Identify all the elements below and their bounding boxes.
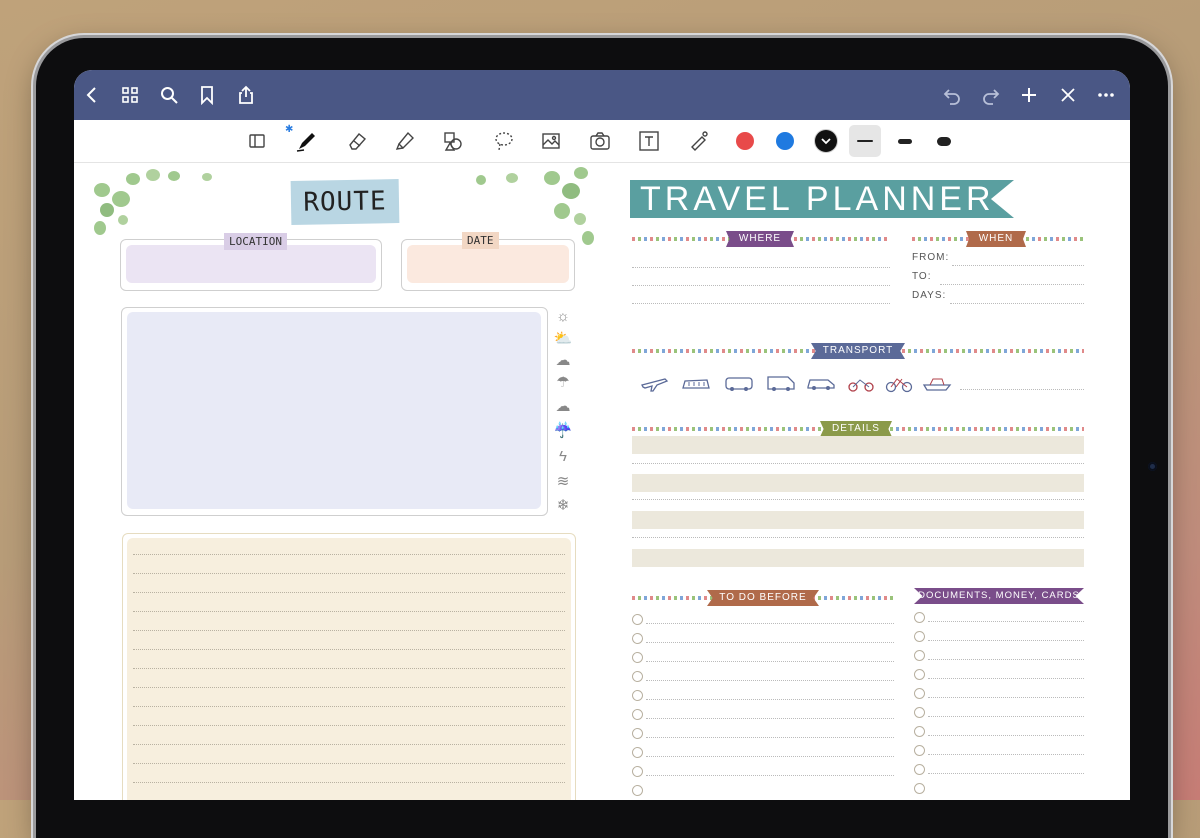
checkbox[interactable] xyxy=(632,652,643,663)
details-label: DETAILS xyxy=(820,421,892,437)
camera-icon[interactable] xyxy=(587,128,613,154)
grid-icon[interactable] xyxy=(118,83,142,107)
tablet-camera xyxy=(1148,462,1157,471)
undo-icon[interactable] xyxy=(940,83,964,107)
color-blue-swatch[interactable] xyxy=(776,132,794,150)
route-title: ROUTE xyxy=(290,179,400,225)
thickness-medium-button[interactable] xyxy=(889,125,921,157)
eraser-icon[interactable] xyxy=(344,128,370,154)
thunder-icon[interactable]: ϟ xyxy=(552,448,574,466)
cloud-icon[interactable]: ☁ xyxy=(552,352,574,370)
checkbox[interactable] xyxy=(632,766,643,777)
train-icon[interactable] xyxy=(681,373,711,393)
checkbox[interactable] xyxy=(632,747,643,758)
share-icon[interactable] xyxy=(234,83,258,107)
laser-icon[interactable] xyxy=(685,128,711,154)
close-icon[interactable] xyxy=(1056,83,1080,107)
checkbox[interactable] xyxy=(632,690,643,701)
details-line[interactable] xyxy=(632,474,1084,492)
checkbox[interactable] xyxy=(914,631,925,642)
checkbox[interactable] xyxy=(914,783,925,794)
checkbox[interactable] xyxy=(914,764,925,775)
camper-icon[interactable] xyxy=(766,373,796,393)
rain-icon[interactable]: ☁ xyxy=(552,398,574,416)
highlighter-icon[interactable] xyxy=(392,128,418,154)
text-icon[interactable] xyxy=(636,128,662,154)
search-icon[interactable] xyxy=(157,83,181,107)
details-line[interactable] xyxy=(632,436,1084,454)
sun-icon[interactable]: ☼ xyxy=(552,308,574,326)
details-line[interactable] xyxy=(632,511,1084,529)
screen: ✱ ROUTE LOCATION DATE ☼ ⛅ ☁ ☂ ☁ ☔ ϟ ≋ ❄ … xyxy=(74,70,1130,800)
when-label: WHEN xyxy=(966,231,1026,247)
pen-icon[interactable] xyxy=(293,128,319,154)
snow-icon[interactable]: ❄ xyxy=(552,497,574,515)
drawing-toolbar: ✱ xyxy=(74,120,1130,163)
checkbox[interactable] xyxy=(632,614,643,625)
bus-icon[interactable] xyxy=(724,373,754,393)
documents-label: DOCUMENTS, MONEY, CARDS xyxy=(914,588,1084,604)
more-icon[interactable] xyxy=(1094,83,1118,107)
partly-cloudy-icon[interactable]: ⛅ xyxy=(552,330,574,348)
checkbox[interactable] xyxy=(632,633,643,644)
wind-icon[interactable]: ≋ xyxy=(552,473,574,491)
checkbox[interactable] xyxy=(914,650,925,661)
location-label: LOCATION xyxy=(224,233,287,250)
car-icon[interactable] xyxy=(806,373,836,393)
color-black-swatch[interactable] xyxy=(815,130,837,152)
travel-planner-title: TRAVEL PLANNER xyxy=(630,180,1014,218)
details-line[interactable] xyxy=(632,549,1084,567)
image-icon[interactable] xyxy=(538,128,564,154)
checkbox[interactable] xyxy=(914,612,925,623)
shapes-icon[interactable] xyxy=(440,128,466,154)
checkbox[interactable] xyxy=(632,671,643,682)
redo-icon[interactable] xyxy=(979,83,1003,107)
motorbike-icon[interactable] xyxy=(846,373,876,393)
to-label: TO: xyxy=(912,271,932,282)
checkbox[interactable] xyxy=(914,707,925,718)
checkbox[interactable] xyxy=(632,785,643,796)
checkbox[interactable] xyxy=(914,688,925,699)
back-icon[interactable] xyxy=(80,83,104,107)
todo-label: TO DO BEFORE xyxy=(707,590,819,606)
bookmark-icon[interactable] xyxy=(195,83,219,107)
days-label: DAYS: xyxy=(912,290,947,301)
checkbox[interactable] xyxy=(914,726,925,737)
date-label: DATE xyxy=(462,232,499,249)
thickness-thick-button[interactable] xyxy=(928,125,960,157)
notes-box[interactable] xyxy=(122,533,576,800)
page-layout-icon[interactable] xyxy=(244,128,270,154)
checkbox[interactable] xyxy=(914,745,925,756)
where-label: WHERE xyxy=(726,231,794,247)
route-map-box[interactable] xyxy=(121,307,548,516)
color-red-swatch[interactable] xyxy=(736,132,754,150)
bicycle-icon[interactable] xyxy=(884,373,914,393)
checkbox[interactable] xyxy=(632,709,643,720)
add-page-icon[interactable] xyxy=(1017,83,1041,107)
checkbox[interactable] xyxy=(632,728,643,739)
checkbox[interactable] xyxy=(914,669,925,680)
ship-icon[interactable] xyxy=(922,373,952,393)
top-navigation-bar xyxy=(74,70,1130,120)
thickness-thin-button[interactable] xyxy=(849,125,881,157)
transport-label: TRANSPORT xyxy=(811,343,905,359)
sun-rain-icon[interactable]: ☂ xyxy=(552,374,574,392)
planner-page[interactable]: ROUTE LOCATION DATE ☼ ⛅ ☁ ☂ ☁ ☔ ϟ ≋ ❄ TR… xyxy=(74,163,1130,800)
heavy-rain-icon[interactable]: ☔ xyxy=(552,422,574,440)
from-label: FROM: xyxy=(912,252,950,263)
plane-icon[interactable] xyxy=(639,373,669,393)
lasso-icon[interactable] xyxy=(491,128,517,154)
